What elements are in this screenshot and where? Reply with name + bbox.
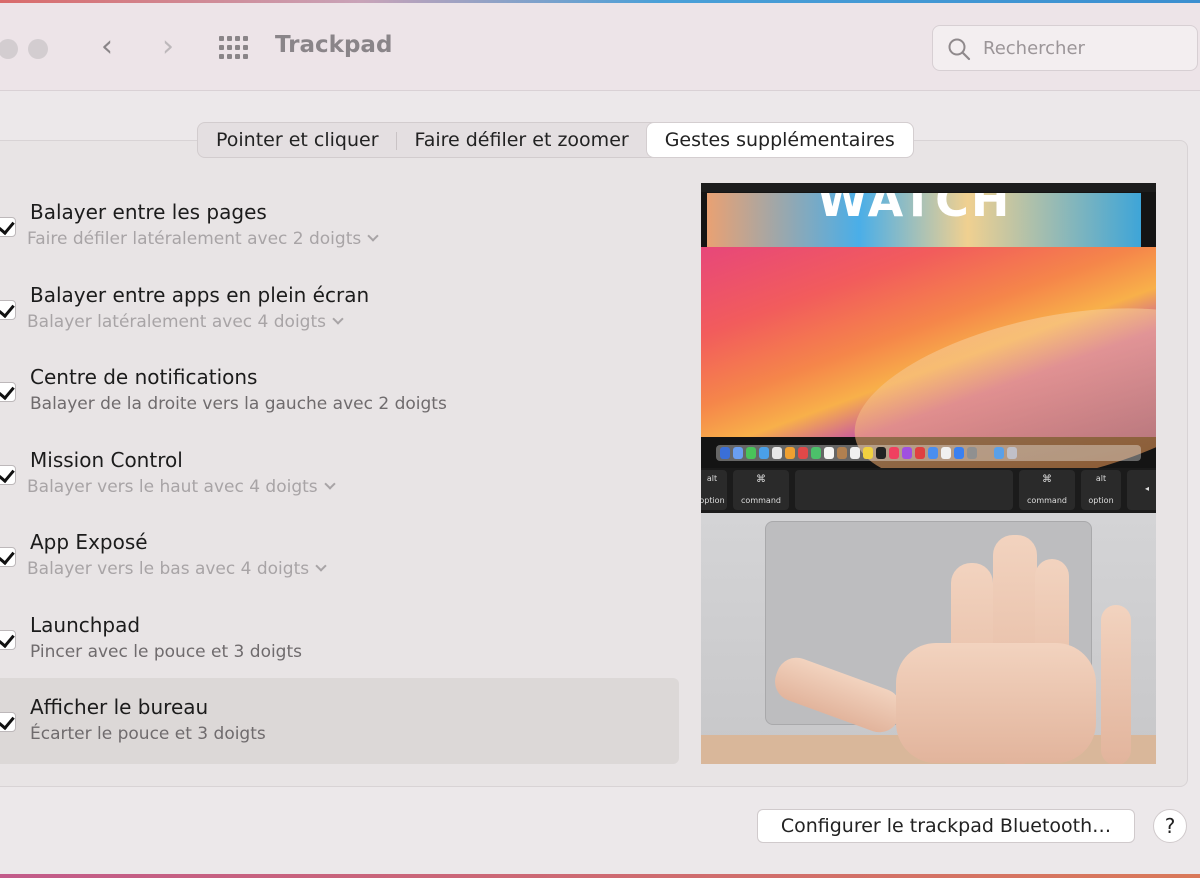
gesture-checkbox[interactable]	[0, 547, 16, 567]
window-close-button[interactable]	[0, 39, 18, 59]
gesture-item-mission-control: Mission Control Balayer vers le haut ave…	[0, 431, 679, 517]
gesture-item-app-expose: App Exposé Balayer vers le bas avec 4 do…	[0, 513, 679, 599]
gesture-item-afficher-bureau[interactable]: Afficher le bureau Écarter le pouce et 3…	[0, 678, 679, 764]
search-field[interactable]	[932, 25, 1198, 71]
configure-bluetooth-trackpad-button[interactable]: Configurer le trackpad Bluetooth…	[757, 809, 1135, 843]
forward-button[interactable]: ›	[151, 31, 185, 65]
gesture-subtitle: Pincer avec le pouce et 3 doigts	[30, 642, 302, 662]
tab-pointer-et-cliquer[interactable]: Pointer et cliquer	[198, 123, 397, 157]
gesture-subtitle: Écarter le pouce et 3 doigts	[30, 724, 266, 744]
tab-gestes-supplementaires[interactable]: Gestes supplémentaires	[646, 123, 913, 157]
gesture-title: Mission Control	[30, 448, 183, 472]
preview-laptop-screen: WATCH	[701, 183, 1156, 517]
help-button[interactable]: ?	[1153, 809, 1187, 843]
gesture-checkbox[interactable]	[0, 630, 16, 650]
chevron-down-icon	[332, 313, 344, 325]
preview-hand-palm	[896, 643, 1096, 763]
gesture-title: Launchpad	[30, 613, 141, 637]
tab-bar: Pointer et cliquer Faire défiler et zoom…	[197, 122, 914, 158]
gesture-item-balayer-pages: Balayer entre les pages Faire défiler la…	[0, 183, 679, 269]
tab-faire-defiler-et-zoomer[interactable]: Faire défiler et zoomer	[397, 123, 647, 157]
preview-banner-text: WATCH	[817, 193, 1012, 227]
gesture-title: Balayer entre apps en plein écran	[30, 283, 370, 307]
titlebar: ‹ › Trackpad	[0, 3, 1200, 91]
gesture-title: Centre de notifications	[30, 365, 258, 389]
back-button[interactable]: ‹	[90, 31, 124, 65]
gesture-checkbox[interactable]	[0, 712, 16, 732]
gesture-checkbox[interactable]	[0, 465, 16, 485]
gesture-subtitle: Balayer vers le haut avec 4 doigts	[27, 477, 318, 497]
gesture-option-popup[interactable]: Balayer vers le bas avec 4 doigts	[27, 559, 327, 579]
gesture-subtitle: Faire défiler latéralement avec 2 doigts	[27, 229, 362, 249]
preview-banner: WATCH	[707, 193, 1141, 247]
window-title: Trackpad	[275, 32, 393, 58]
preview-keyboard: alt option ⌘ command ⌘ command alt option ◂	[701, 468, 1156, 513]
gesture-title: App Exposé	[30, 530, 148, 554]
chevron-down-icon	[315, 560, 327, 572]
chevron-down-icon	[367, 230, 379, 242]
gesture-checkbox[interactable]	[0, 217, 16, 237]
search-input[interactable]	[983, 35, 1183, 61]
gesture-option-popup[interactable]: Balayer vers le haut avec 4 doigts	[27, 477, 336, 497]
gesture-subtitle: Balayer latéralement avec 4 doigts	[27, 312, 326, 332]
chevron-down-icon	[324, 478, 336, 490]
gesture-title: Afficher le bureau	[30, 695, 209, 719]
show-all-grid-icon[interactable]	[219, 36, 251, 60]
gesture-subtitle: Balayer vers le bas avec 4 doigts	[27, 559, 310, 579]
gesture-option-popup[interactable]: Faire défiler latéralement avec 2 doigts	[27, 229, 379, 249]
gesture-option-popup[interactable]: Balayer latéralement avec 4 doigts	[27, 312, 344, 332]
gesture-preview-video: WATCH alt option ⌘ command ⌘ command alt opt…	[701, 183, 1156, 764]
search-icon	[948, 38, 971, 61]
gesture-item-centre-notifications: Centre de notifications Balayer de la dr…	[0, 348, 679, 434]
gesture-subtitle: Balayer de la droite vers la gauche avec…	[30, 394, 447, 414]
preview-menubar	[701, 183, 1156, 192]
gesture-item-launchpad: Launchpad Pincer avec le pouce et 3 doig…	[0, 596, 679, 682]
gesture-checkbox[interactable]	[0, 382, 16, 402]
preview-dock	[716, 445, 1141, 461]
preview-laptop-body	[701, 513, 1156, 764]
preview-hand-finger	[1101, 605, 1131, 764]
gesture-item-balayer-apps: Balayer entre apps en plein écran Balaye…	[0, 266, 679, 352]
window-minimize-button[interactable]	[28, 39, 48, 59]
gesture-title: Balayer entre les pages	[30, 200, 267, 224]
preview-wallpaper	[701, 247, 1156, 517]
gesture-checkbox[interactable]	[0, 300, 16, 320]
window-bottom-accent	[0, 874, 1200, 878]
